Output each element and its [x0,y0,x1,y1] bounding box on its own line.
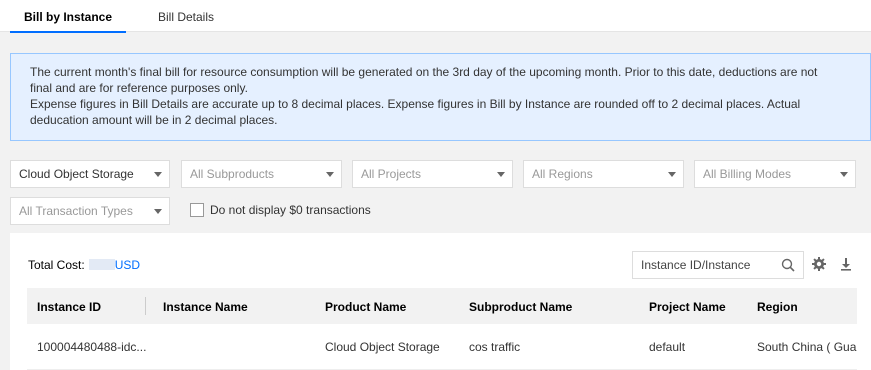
cell-region: South China ( Guan [757,340,857,354]
column-header[interactable]: Subproduct Name [469,288,572,326]
tab-bar: Bill by Instance Bill Details [0,0,871,33]
cell-product-name: Cloud Object Storage [325,340,440,354]
redacted-amount [88,259,115,270]
cell-subproduct-name: cos traffic [469,340,521,354]
table-header: Instance ID Instance Name Product Name S… [27,288,857,324]
subproduct-select-value: All Subproducts [190,167,275,181]
tab-bill-details[interactable]: Bill Details [158,0,214,32]
chevron-down-icon [668,172,676,177]
bill-panel: Total Cost: USD Instance ID/Instance Inst… [10,233,871,370]
billing-mode-select[interactable]: All Billing Modes [694,160,856,188]
gear-icon[interactable] [811,256,827,272]
billing-mode-select-value: All Billing Modes [703,167,792,181]
notice-line: final and are for reference purposes onl… [30,81,248,95]
project-select[interactable]: All Projects [352,160,513,188]
hide-zero-checkbox[interactable] [190,203,204,217]
instance-search-input[interactable]: Instance ID/Instance [632,251,804,279]
column-header[interactable]: Instance ID [37,288,101,326]
chevron-down-icon [840,172,848,177]
info-notice: The current month's final bill for resou… [10,53,871,141]
total-cost-label: Total Cost: [28,258,85,272]
chevron-down-icon [154,209,162,214]
column-header[interactable]: Instance Name [163,288,248,326]
chevron-down-icon [154,172,162,177]
region-select[interactable]: All Regions [523,160,684,188]
search-placeholder: Instance ID/Instance [641,258,751,272]
cell-instance-id: 100004480488-idc... [37,340,147,354]
tab-bill-by-instance[interactable]: Bill by Instance [9,0,127,33]
transaction-type-select-value: All Transaction Types [19,204,133,218]
hide-zero-option[interactable]: Do not display $0 transactions [190,202,371,218]
table-row[interactable]: 100004480488-idc... Cloud Object Storage… [27,324,857,370]
region-select-value: All Regions [532,167,593,181]
column-header[interactable]: Product Name [325,288,406,326]
column-divider[interactable] [145,297,146,315]
product-select-value: Cloud Object Storage [19,167,134,181]
project-select-value: All Projects [361,167,422,181]
search-icon[interactable] [781,258,795,272]
transaction-type-select[interactable]: All Transaction Types [10,197,170,225]
subproduct-select[interactable]: All Subproducts [181,160,342,188]
cell-project-name: default [649,340,686,354]
column-header[interactable]: Project Name [649,288,726,326]
notice-line: Expense figures in Bill Details are accu… [30,97,801,111]
product-select[interactable]: Cloud Object Storage [10,160,170,188]
column-header[interactable]: Region [757,288,798,326]
notice-line: deducation amount will be in 2 decimal p… [30,113,278,127]
download-icon[interactable] [838,256,854,272]
hide-zero-label: Do not display $0 transactions [210,203,371,217]
chevron-down-icon [497,172,505,177]
total-cost-currency: USD [114,258,141,272]
total-cost: Total Cost: USD [28,258,140,272]
notice-line: The current month's final bill for resou… [30,65,818,79]
chevron-down-icon [326,172,334,177]
